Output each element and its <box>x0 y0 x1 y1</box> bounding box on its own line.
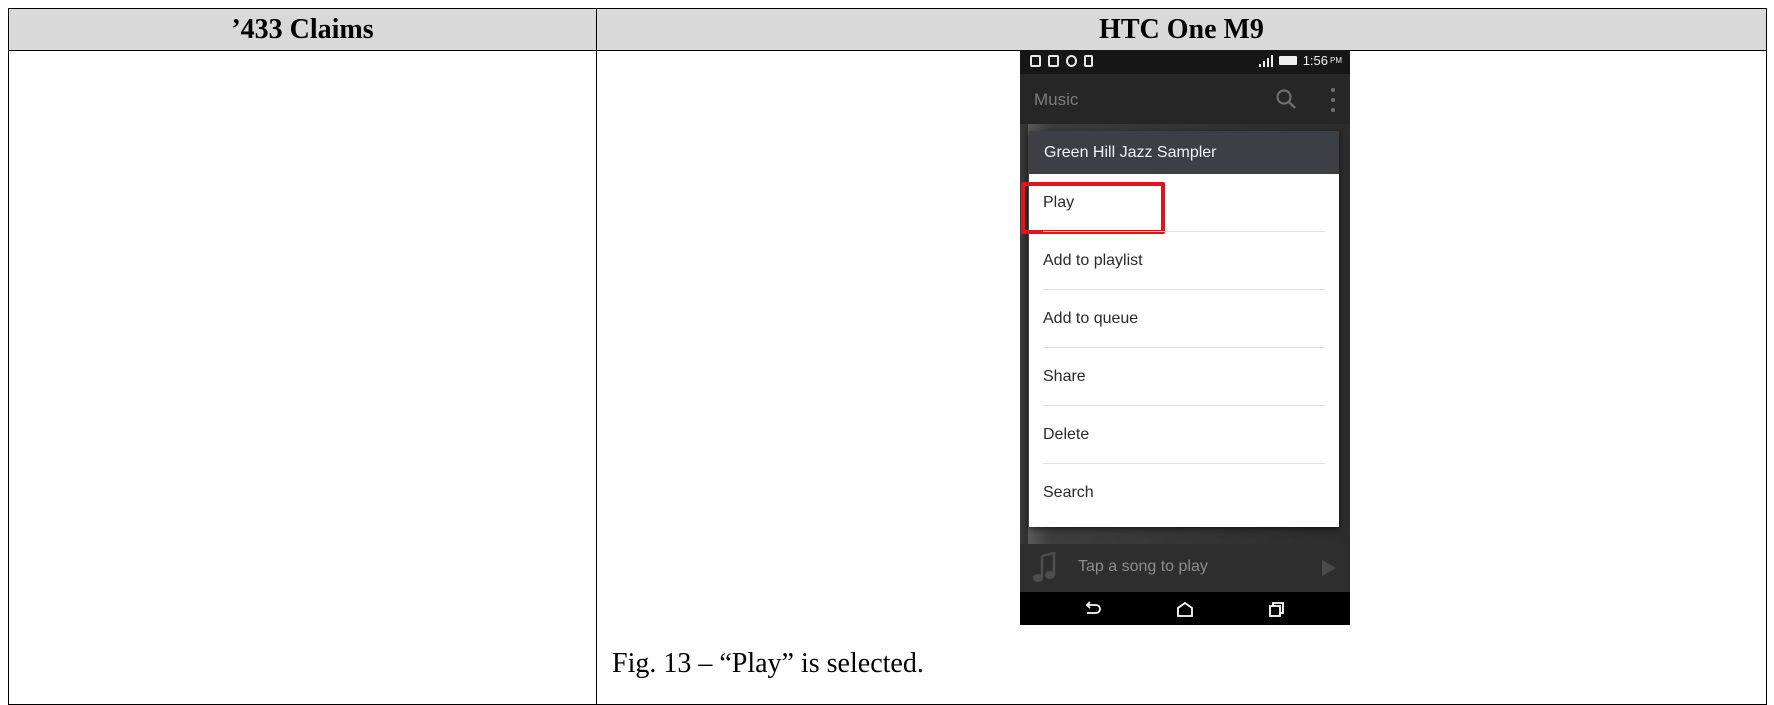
now-playing-text: Tap a song to play <box>1078 558 1208 575</box>
play-icon[interactable] <box>1322 560 1336 576</box>
menu-item-share[interactable]: Share <box>1029 348 1339 406</box>
notification-icon <box>1048 55 1059 67</box>
notification-icon <box>1066 55 1077 67</box>
phone-screenshot: 1:56 PM Music Green Hill Jazz Sampler Pl… <box>1020 50 1350 625</box>
battery-icon <box>1278 56 1297 65</box>
app-title: Music <box>1034 90 1079 109</box>
notification-icon <box>1084 55 1093 67</box>
menu-item-label: Add to playlist <box>1043 252 1143 269</box>
signal-icon <box>1258 54 1273 67</box>
menu-item-add-to-queue[interactable]: Add to queue <box>1029 290 1339 348</box>
menu-item-label: Share <box>1043 368 1086 385</box>
recents-icon[interactable] <box>1268 601 1286 617</box>
menu-item-add-to-playlist[interactable]: Add to playlist <box>1029 232 1339 290</box>
more-icon[interactable] <box>1328 88 1338 112</box>
notification-icons <box>1030 55 1093 67</box>
music-note-icon <box>1033 552 1056 582</box>
dialog-title: Green Hill Jazz Sampler <box>1029 131 1339 174</box>
column-divider <box>596 51 597 704</box>
selection-highlight <box>1021 182 1165 234</box>
status-bar: 1:56 PM <box>1020 50 1350 74</box>
menu-item-label: Search <box>1043 484 1094 501</box>
status-time: 1:56 <box>1302 53 1328 68</box>
menu-item-label: Add to queue <box>1043 310 1139 327</box>
figure-caption: Fig. 13 – “Play” is selected. <box>612 648 924 679</box>
menu-item-delete[interactable]: Delete <box>1029 406 1339 464</box>
notification-icon <box>1030 55 1041 67</box>
header-claims: ’433 Claims <box>9 9 597 51</box>
search-icon[interactable] <box>1274 87 1298 111</box>
back-icon[interactable] <box>1084 601 1102 617</box>
context-menu-dialog: Green Hill Jazz Sampler Play Add to play… <box>1021 131 1339 527</box>
status-ampm: PM <box>1330 56 1342 65</box>
header-device: HTC One M9 <box>597 9 1766 51</box>
menu-item-play[interactable]: Play <box>1021 174 1339 234</box>
home-icon[interactable] <box>1176 601 1194 617</box>
system-nav-bar <box>1020 592 1350 625</box>
app-bar: Music <box>1020 74 1350 124</box>
claims-table: ’433 Claims HTC One M9 <box>8 8 1767 705</box>
menu-item-label: Delete <box>1043 426 1090 443</box>
now-playing-bar[interactable]: Tap a song to play <box>1020 544 1350 592</box>
menu-item-search[interactable]: Search <box>1029 464 1339 522</box>
